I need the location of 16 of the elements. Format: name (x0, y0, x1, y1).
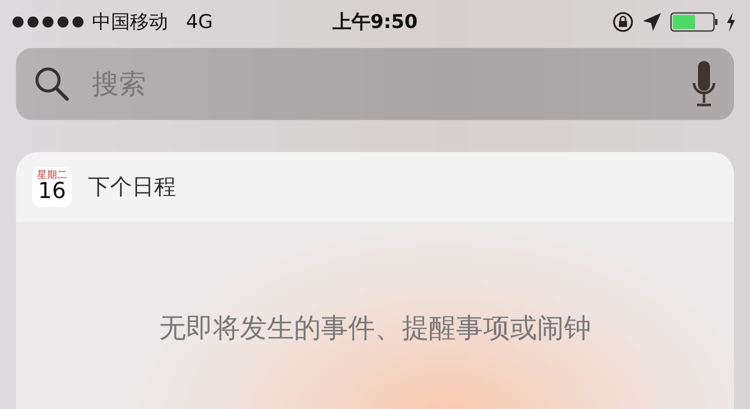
rotation-lock-icon (612, 11, 634, 33)
carrier-name: 中国移动 (92, 10, 168, 35)
empty-message: 无即将发生的事件、提醒事项或闹钟 (158, 312, 592, 346)
search-icon (34, 66, 70, 102)
location-arrow-icon (642, 12, 662, 32)
search-bar[interactable]: 搜索 (16, 48, 734, 120)
clock-time: 上午9:50 (332, 10, 418, 35)
network-type: 4G (186, 11, 213, 33)
search-field[interactable]: 搜索 (90, 68, 672, 100)
microphone-icon[interactable] (692, 61, 716, 107)
widget-title: 下个日程 (88, 174, 176, 202)
calendar-weekday: 星期二 (37, 171, 67, 181)
signal-icon (12, 16, 86, 28)
charging-bolt-icon (726, 12, 736, 32)
battery-icon (670, 11, 718, 33)
calendar-day: 16 (38, 181, 66, 203)
